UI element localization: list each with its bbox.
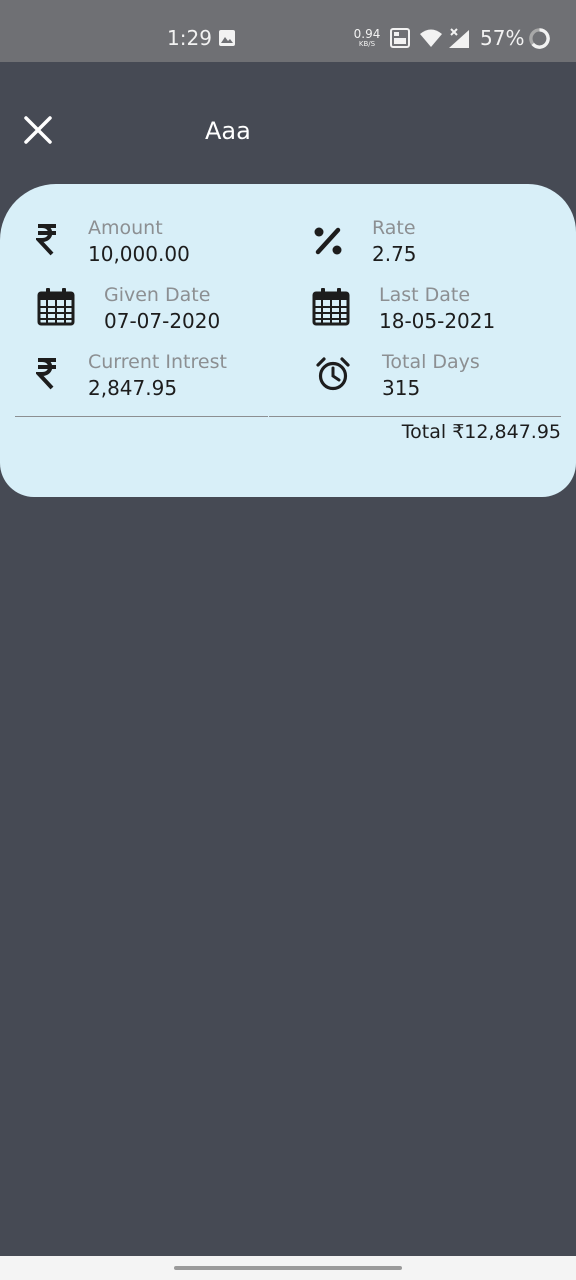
status-bar: 1:29 0.94 KB/S 57% xyxy=(0,0,576,62)
calendar-icon xyxy=(37,288,75,326)
battery-percent: 57% xyxy=(480,26,525,50)
percent-icon xyxy=(314,227,342,255)
rate-value: 2.75 xyxy=(372,242,417,266)
current-interest-label: Current Intrest xyxy=(88,351,227,373)
battery-icon xyxy=(529,28,550,49)
total-days-label: Total Days xyxy=(382,351,480,373)
home-indicator[interactable] xyxy=(174,1266,402,1270)
rupee-icon xyxy=(36,358,56,390)
close-button[interactable] xyxy=(18,110,58,150)
volte-icon xyxy=(390,28,410,48)
close-icon xyxy=(24,116,52,144)
rate-label: Rate xyxy=(372,217,416,239)
page-title: Aaa xyxy=(205,117,251,145)
total-amount: Total ₹12,847.95 xyxy=(401,421,561,443)
given-date-value: 07-07-2020 xyxy=(104,309,221,333)
amount-value: 10,000.00 xyxy=(88,242,190,266)
amount-label: Amount xyxy=(88,217,163,239)
status-time: 1:29 xyxy=(167,26,212,50)
loan-summary-card: Amount 10,000.00 Rate 2.75 Given Date 07… xyxy=(0,184,576,497)
current-interest-value: 2,847.95 xyxy=(88,376,178,400)
last-date-value: 18-05-2021 xyxy=(379,309,496,333)
gallery-icon xyxy=(219,30,235,46)
calendar-icon xyxy=(312,288,350,326)
alarm-clock-icon xyxy=(316,357,350,391)
wifi-icon xyxy=(420,29,442,47)
network-speed: 0.94 KB/S xyxy=(353,28,381,48)
divider-left xyxy=(15,416,268,417)
signal-icon xyxy=(449,28,469,48)
network-speed-value: 0.94 xyxy=(353,27,381,41)
given-date-label: Given Date xyxy=(104,284,211,306)
rupee-icon xyxy=(36,224,56,256)
total-days-value: 315 xyxy=(382,376,421,400)
divider-right xyxy=(269,416,561,417)
last-date-label: Last Date xyxy=(379,284,471,306)
network-speed-unit: KB/S xyxy=(358,40,376,48)
